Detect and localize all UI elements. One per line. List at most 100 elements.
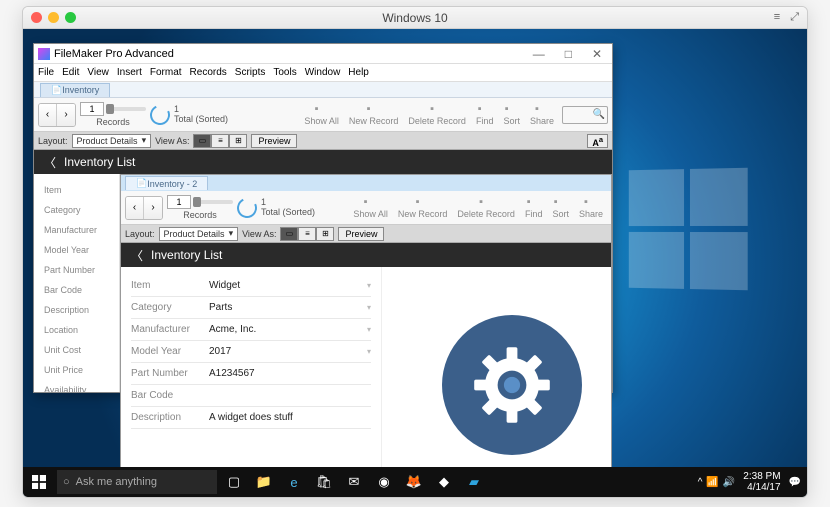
action-share[interactable]: ▪Share (526, 104, 558, 126)
field-value[interactable]: Parts (205, 302, 367, 313)
tray-expand-icon[interactable]: ^ (698, 477, 703, 488)
taskbar-app-filemaker[interactable]: ◆ (429, 467, 459, 497)
found-set-pie-icon[interactable] (147, 102, 173, 128)
menu-help[interactable]: Help (348, 67, 369, 78)
menu-insert[interactable]: Insert (117, 67, 142, 78)
action-find[interactable]: ▪Find (521, 197, 547, 219)
action-delete-record[interactable]: ▪Delete Record (453, 197, 519, 219)
product-image[interactable] (381, 267, 611, 483)
menu-tools[interactable]: Tools (273, 67, 296, 78)
doc-layout-selector[interactable]: Product Details▾ (159, 227, 239, 241)
menu-scripts[interactable]: Scripts (235, 67, 266, 78)
sidebar-item[interactable]: Model Year (34, 240, 119, 260)
sidebar-item[interactable]: Unit Cost (34, 340, 119, 360)
nav-prev-button[interactable]: ‹ (39, 104, 57, 126)
doc-preview-button[interactable]: Preview (338, 227, 384, 241)
taskbar-app-generic[interactable]: ▰ (459, 467, 489, 497)
sidebar-item[interactable]: Location (34, 320, 119, 340)
windows-desktop[interactable]: FileMaker Pro Advanced — □ ✕ File Edit Vie… (23, 29, 807, 497)
sidebar-item[interactable]: Description (34, 300, 119, 320)
start-button[interactable] (23, 467, 55, 497)
sidebar-item[interactable]: Manufacturer (34, 220, 119, 240)
sidebar-item[interactable]: Bar Code (34, 280, 119, 300)
doc-tab[interactable]: 📄 Inventory - 2 (125, 176, 208, 190)
action-show-all[interactable]: ▪Show All (349, 197, 392, 219)
menu-edit[interactable]: Edit (62, 67, 79, 78)
mac-fullscreen-icon[interactable]: ⤢ (790, 11, 799, 24)
view-list-button[interactable]: ≡ (211, 134, 229, 148)
taskbar-app-mail[interactable]: ✉ (339, 467, 369, 497)
dropdown-icon[interactable]: ▾ (367, 281, 371, 290)
field-value[interactable]: Acme, Inc. (205, 324, 367, 335)
dropdown-icon[interactable]: ▾ (367, 325, 371, 334)
taskbar-app-edge[interactable]: e (279, 467, 309, 497)
menu-window[interactable]: Window (305, 67, 341, 78)
fm-titlebar[interactable]: FileMaker Pro Advanced — □ ✕ (34, 44, 612, 64)
task-view-button[interactable]: ▢ (219, 467, 249, 497)
action-sort[interactable]: ▪Sort (499, 104, 524, 126)
sidebar-item[interactable]: Part Number (34, 260, 119, 280)
menu-format[interactable]: Format (150, 67, 182, 78)
doc-view-form-button[interactable]: ▭ (280, 227, 298, 241)
sidebar-item[interactable]: Unit Price (34, 360, 119, 380)
sidebar-item[interactable]: Availability (34, 380, 119, 392)
fm-tab-inventory[interactable]: 📄 Inventory (40, 83, 110, 97)
view-table-button[interactable]: ⊞ (229, 134, 247, 148)
sidebar-item[interactable]: Item (34, 180, 119, 200)
record-number-input[interactable] (80, 102, 104, 116)
dropdown-icon[interactable]: ▾ (367, 303, 371, 312)
dropdown-icon[interactable]: ▾ (367, 347, 371, 356)
tray-network-icon[interactable]: 📶 (706, 477, 718, 488)
doc-view-list-button[interactable]: ≡ (298, 227, 316, 241)
layout-selector[interactable]: Product Details▾ (72, 134, 152, 148)
doc-nav-prev-button[interactable]: ‹ (126, 197, 144, 219)
field-row: Bar Code (131, 385, 371, 407)
taskbar-app-store[interactable]: 🛍 (309, 467, 339, 497)
action-delete-record[interactable]: ▪Delete Record (404, 104, 470, 126)
taskbar-app-explorer[interactable]: 📁 (249, 467, 279, 497)
mac-zoom-button[interactable] (65, 12, 76, 23)
mac-minimize-button[interactable] (48, 12, 59, 23)
sidebar-item[interactable]: Category (34, 200, 119, 220)
action-center-button[interactable]: 💬 (789, 477, 801, 488)
action-find[interactable]: ▪Find (472, 104, 498, 126)
menu-view[interactable]: View (87, 67, 109, 78)
menu-file[interactable]: File (38, 67, 54, 78)
mac-close-button[interactable] (31, 12, 42, 23)
fm-minimize-button[interactable]: — (527, 47, 551, 61)
action-new-record[interactable]: ▪New Record (345, 104, 403, 126)
preview-button[interactable]: Preview (251, 134, 297, 148)
taskbar-app-steam[interactable]: ◉ (369, 467, 399, 497)
doc-record-slider[interactable] (193, 200, 233, 204)
doc-nav-next-button[interactable]: › (144, 197, 162, 219)
tray-volume-icon[interactable]: 🔊 (723, 477, 735, 488)
mac-notes-icon[interactable]: ≡ (774, 11, 780, 24)
nested-document-window: 📄 Inventory - 2 ‹ › (120, 174, 612, 484)
field-value[interactable]: Widget (205, 280, 367, 291)
formatting-button[interactable]: Aa (587, 134, 608, 148)
record-slider[interactable] (106, 107, 146, 111)
taskbar-app-firefox[interactable]: 🦊 (399, 467, 429, 497)
quick-find-input[interactable]: 🔍 (562, 106, 608, 124)
cortana-search-input[interactable]: ○ Ask me anything (57, 470, 217, 494)
doc-back-chevron-icon[interactable]: 〈 (131, 247, 143, 264)
doc-view-table-button[interactable]: ⊞ (316, 227, 334, 241)
action-sort[interactable]: ▪Sort (548, 197, 573, 219)
back-chevron-icon[interactable]: 〈 (44, 154, 56, 171)
action-new-record[interactable]: ▪New Record (394, 197, 452, 219)
nav-next-button[interactable]: › (57, 104, 75, 126)
doc-record-number-input[interactable] (167, 195, 191, 209)
fm-close-button[interactable]: ✕ (586, 47, 608, 61)
action-show-all[interactable]: ▪Show All (300, 104, 343, 126)
field-value[interactable]: A1234567 (205, 368, 371, 379)
action-share[interactable]: ▪Share (575, 197, 607, 219)
fm-maximize-button[interactable]: □ (559, 47, 578, 61)
field-value[interactable]: A widget does stuff (205, 412, 371, 423)
system-clock[interactable]: 2:38 PM 4/14/17 (739, 471, 784, 493)
doc-pie-icon[interactable] (234, 195, 260, 221)
view-form-button[interactable]: ▭ (193, 134, 211, 148)
windows-taskbar: ○ Ask me anything ▢ 📁 e 🛍 ✉ ◉ 🦊 ◆ ▰ ^ 📶 (23, 467, 807, 497)
filemaker-icon (38, 48, 50, 60)
menu-records[interactable]: Records (190, 67, 227, 78)
field-value[interactable]: 2017 (205, 346, 367, 357)
